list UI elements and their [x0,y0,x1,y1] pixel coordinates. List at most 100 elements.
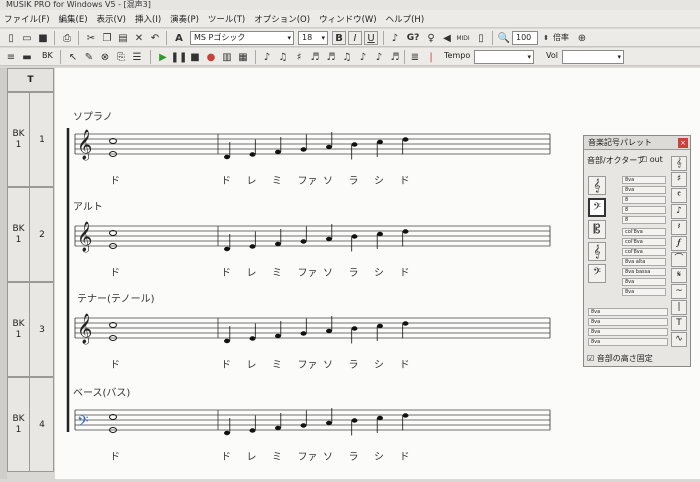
beam2-icon[interactable]: ♬ [324,50,338,64]
font-name-select[interactable]: MS Pゴシック ▾ [190,31,294,45]
palette-out-checkbox[interactable]: ☐ out [640,155,663,164]
quarter-note[interactable] [249,152,256,157]
menu-help[interactable]: ヘルプ(H) [386,13,425,25]
low-octave-button[interactable]: 8va [588,308,668,316]
quarter-note[interactable] [300,239,307,244]
quarter-note[interactable] [224,338,230,344]
text-tool-icon[interactable]: A [172,31,186,45]
treble-clef-icon[interactable]: 𝄞 [588,176,606,195]
category-note-icon[interactable]: ♪ [671,204,687,219]
quarter-note[interactable] [275,241,281,247]
tuplet3-icon[interactable]: ♬ [388,50,402,64]
track-row[interactable]: BK 1 2 [7,187,54,282]
octave-button[interactable]: col'8va [622,228,666,236]
menu-tools[interactable]: ツール(T) [208,13,245,25]
octave-button[interactable]: 8 [622,216,666,224]
category-clef-icon[interactable]: 𝄞 [671,156,687,171]
quarter-note[interactable] [326,328,332,334]
quarter-note[interactable] [224,154,230,160]
zoom-input[interactable]: 100 [512,31,538,45]
quarter-note[interactable] [300,423,307,428]
quarter-note[interactable] [326,420,332,426]
quarter-note[interactable] [377,415,383,421]
menu-edit[interactable]: 編集(E) [59,13,88,25]
menu-window[interactable]: ウィンドウ(W) [319,13,377,25]
speaker-icon[interactable]: ◀ [440,31,454,45]
italic-button[interactable]: I [348,31,362,45]
quarter-note[interactable] [351,418,358,423]
quarter-note[interactable] [351,234,358,239]
copy-note-icon[interactable]: ⎘ [114,50,128,64]
grand-staff-bass-icon[interactable]: 𝄢 [588,264,606,283]
staff-icon[interactable]: ≣ [408,50,422,64]
category-key-icon[interactable]: ♯ [671,172,687,187]
quarter-note[interactable] [275,425,281,431]
category-bar-icon[interactable]: | [671,300,687,315]
category-ornament-icon[interactable]: ~ [671,284,687,299]
treble-clef-icon[interactable]: 𝄞 [77,313,92,345]
zoom-fit-icon[interactable]: ⊕ [575,31,589,45]
quarter-note[interactable] [275,333,281,339]
category-text-icon[interactable]: T [671,316,687,331]
font-size-select[interactable]: 18 ▾ [298,31,328,45]
copy-icon[interactable]: ❐ [100,31,114,45]
menu-view[interactable]: 表示(V) [97,13,126,25]
octave-button[interactable]: 8 [622,206,666,214]
eraser-icon[interactable]: ⊗ [98,50,112,64]
octave-button[interactable]: 8va bassa [622,268,666,276]
scroll-icon[interactable]: ☰ [130,50,144,64]
piano-icon[interactable]: ▦ [236,50,250,64]
low-octave-button[interactable]: 8va [588,318,668,326]
bass-clef-icon[interactable]: 𝄢 [588,198,606,217]
track-row[interactable]: BK 1 1 [7,92,54,187]
category-misc-icon[interactable]: ∿ [671,332,687,347]
track-row[interactable]: BK 1 4 [7,377,54,472]
notes-icon[interactable]: ♪ [388,31,402,45]
octave-button[interactable]: 8va [622,176,666,184]
stop-icon[interactable]: ■ [188,50,202,64]
undo-icon[interactable]: ↶ [148,31,162,45]
midi-button[interactable]: MIDI [455,31,471,45]
tuplet2-icon[interactable]: ♪ [372,50,386,64]
octave-button[interactable]: 8va [622,278,666,286]
underline-button[interactable]: U [364,31,378,45]
alto-clef-icon[interactable]: 𝄡 [588,220,606,239]
octave-button[interactable]: 8 [622,196,666,204]
barline-icon[interactable]: | [424,50,438,64]
quarter-note[interactable] [377,323,383,329]
palette-tab-clef-octave[interactable]: 音部/オクターブ [587,155,645,166]
grand-staff-icon[interactable]: 𝄞 [588,242,606,261]
vol-select[interactable]: ▾ [562,50,624,64]
cut-icon[interactable]: ✂ [84,31,98,45]
quarter-note[interactable] [351,326,358,331]
menu-options[interactable]: オプション(O) [254,13,310,25]
category-time-icon[interactable]: 𝄴 [671,188,687,203]
new-file-icon[interactable]: ▯ [4,31,18,45]
bass-clef-icon[interactable]: 𝄢 [77,413,89,434]
quarter-note[interactable] [224,246,230,252]
octave-button[interactable]: 8va [622,186,666,194]
zoom-spin-icon[interactable]: ⬍ [539,31,553,45]
category-rest-icon[interactable]: 𝄽 [671,220,687,235]
bold-button[interactable]: B [332,31,346,45]
category-repeat-icon[interactable]: 𝄋 [671,268,687,283]
category-articulation-icon[interactable]: ⌒ [671,252,687,267]
low-octave-button[interactable]: 8va [588,338,668,346]
treble-clef-icon[interactable]: 𝄞 [77,129,92,161]
tempo-select[interactable]: ▾ [474,50,534,64]
quarter-note[interactable] [402,137,409,142]
quarter-note[interactable] [249,428,256,433]
g-clef-button[interactable]: G? [404,31,422,45]
track-row[interactable]: BK 1 3 [7,282,54,377]
quarter-note[interactable] [402,413,409,418]
delete-icon[interactable]: ✕ [132,31,146,45]
eighth-note-icon[interactable]: ♪ [260,50,274,64]
treble-clef-icon[interactable]: 𝄞 [77,221,92,253]
quarter-note[interactable] [249,244,256,249]
record-icon[interactable]: ● [204,50,218,64]
pencil-icon[interactable]: ✎ [82,50,96,64]
symbol-palette[interactable]: 音楽記号パレット × 音部/オクターブ ☐ out 𝄞 𝄢 𝄡 𝄞 𝄢 8va … [583,135,691,367]
octave-button[interactable]: col'8va [622,238,666,246]
quarter-note[interactable] [300,147,307,152]
quarter-note[interactable] [377,139,383,145]
